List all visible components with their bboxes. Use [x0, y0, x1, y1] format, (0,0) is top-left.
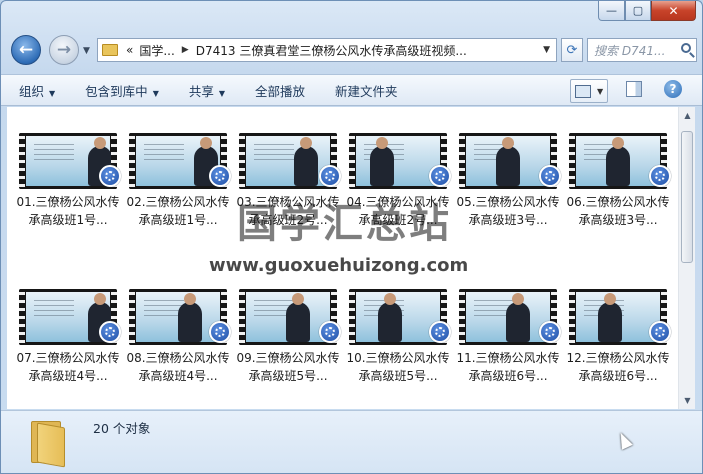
item-count: 20 个对象: [93, 421, 151, 436]
media-player-icon: [99, 321, 121, 343]
details-pane: 20 个对象: [1, 410, 702, 473]
minimize-button[interactable]: —: [598, 1, 625, 21]
media-player-icon: [539, 321, 561, 343]
command-bar: 组织 ▼ 包含到库中 ▼ 共享 ▼ 全部播放 新建文件夹 ▼ ?: [1, 74, 702, 106]
media-player-icon: [319, 321, 341, 343]
folder-icon: [102, 44, 118, 56]
file-name: 10.三僚杨公风水传承高级班5号...: [346, 351, 450, 383]
video-file-item[interactable]: 11.三僚杨公风水传承高级班6号...: [453, 285, 563, 409]
view-icon: [575, 84, 591, 98]
navigation-bar: ← → ▼ « 国学... ▶ D7413 三僚真君堂三僚杨公风水传承高级班视频…: [9, 34, 697, 66]
media-player-icon: [99, 165, 121, 187]
scroll-thumb[interactable]: [681, 131, 693, 263]
file-name: 09.三僚杨公风水传承高级班5号...: [236, 351, 340, 383]
file-name: 11.三僚杨公风水传承高级班6号...: [456, 351, 560, 383]
file-name: 08.三僚杨公风水传承高级班4号...: [126, 351, 230, 383]
media-player-icon: [649, 165, 671, 187]
play-all-button[interactable]: 全部播放: [255, 81, 305, 100]
video-file-item[interactable]: 12.三僚杨公风水传承高级班6号...: [563, 285, 673, 409]
recent-pages-dropdown[interactable]: ▼: [83, 46, 90, 56]
file-name: 07.三僚杨公风水传承高级班4号...: [16, 351, 120, 383]
scroll-down-button[interactable]: ▼: [679, 392, 696, 409]
video-file-item[interactable]: 04.三僚杨公风水传承高级班2号...: [343, 129, 453, 267]
file-name: 04.三僚杨公风水传承高级班2号...: [346, 195, 450, 227]
file-name: 12.三僚杨公风水传承高级班6号...: [566, 351, 670, 383]
video-file-item[interactable]: 05.三僚杨公风水传承高级班3号...: [453, 129, 563, 267]
search-icon[interactable]: [681, 43, 691, 53]
media-player-icon: [429, 321, 451, 343]
search-input[interactable]: 搜索 D741...: [587, 38, 697, 62]
forward-button[interactable]: →: [49, 35, 79, 65]
breadcrumb-item[interactable]: 国学...: [139, 42, 174, 59]
address-bar[interactable]: « 国学... ▶ D7413 三僚真君堂三僚杨公风水传承高级班视频... ▼: [97, 38, 557, 62]
video-file-item[interactable]: 06.三僚杨公风水传承高级班3号...: [563, 129, 673, 267]
scroll-up-button[interactable]: ▲: [679, 107, 696, 124]
help-button[interactable]: ?: [664, 80, 682, 98]
new-folder-button[interactable]: 新建文件夹: [335, 81, 398, 100]
share-menu[interactable]: 共享 ▼: [189, 81, 225, 100]
change-view-button[interactable]: ▼: [570, 79, 608, 103]
caption-buttons: — ▢ ✕: [598, 1, 696, 23]
refresh-button[interactable]: ⟳: [561, 38, 583, 62]
file-name: 03.三僚杨公风水传承高级班2号...: [236, 195, 340, 227]
search-placeholder: 搜索 D741...: [594, 43, 666, 58]
video-file-item[interactable]: 02.三僚杨公风水传承高级班1号...: [123, 129, 233, 267]
media-player-icon: [209, 321, 231, 343]
video-file-item[interactable]: 08.三僚杨公风水传承高级班4号...: [123, 285, 233, 409]
breadcrumb-item-current[interactable]: D7413 三僚真君堂三僚杨公风水传承高级班视频...: [196, 42, 467, 59]
address-overflow[interactable]: «: [126, 43, 133, 57]
back-button[interactable]: ←: [11, 35, 41, 65]
file-list[interactable]: 01.三僚杨公风水传承高级班1号... 02.三僚杨公风水传承高级班1号... 03…: [7, 107, 678, 409]
breadcrumb-separator-icon[interactable]: ▶: [182, 45, 189, 55]
vertical-scrollbar[interactable]: ▲ ▼: [678, 107, 695, 409]
close-button[interactable]: ✕: [651, 1, 696, 21]
file-name: 05.三僚杨公风水传承高级班3号...: [456, 195, 560, 227]
video-file-item[interactable]: 03.三僚杨公风水传承高级班2号...: [233, 129, 343, 267]
media-player-icon: [429, 165, 451, 187]
file-grid: 01.三僚杨公风水传承高级班1号... 02.三僚杨公风水传承高级班1号... 03…: [13, 129, 677, 409]
video-file-item[interactable]: 07.三僚杨公风水传承高级班4号...: [13, 285, 123, 409]
explorer-window: — ▢ ✕ ← → ▼ « 国学... ▶ D7413 三僚真君堂三僚杨公风水传…: [0, 0, 703, 474]
organize-menu[interactable]: 组织 ▼: [19, 81, 55, 100]
media-player-icon: [319, 165, 341, 187]
media-player-icon: [209, 165, 231, 187]
video-file-item[interactable]: 10.三僚杨公风水传承高级班5号...: [343, 285, 453, 409]
preview-pane-button[interactable]: [626, 81, 642, 97]
folder-icon: [31, 419, 71, 468]
video-file-item[interactable]: 01.三僚杨公风水传承高级班1号...: [13, 129, 123, 267]
file-name: 01.三僚杨公风水传承高级班1号...: [16, 195, 120, 227]
video-file-item[interactable]: 09.三僚杨公风水传承高级班5号...: [233, 285, 343, 409]
file-name: 06.三僚杨公风水传承高级班3号...: [566, 195, 670, 227]
maximize-button[interactable]: ▢: [625, 1, 651, 21]
file-name: 02.三僚杨公风水传承高级班1号...: [126, 195, 230, 227]
include-in-library-menu[interactable]: 包含到库中 ▼: [85, 81, 159, 100]
media-player-icon: [539, 165, 561, 187]
media-player-icon: [649, 321, 671, 343]
address-dropdown-icon[interactable]: ▼: [543, 45, 550, 55]
